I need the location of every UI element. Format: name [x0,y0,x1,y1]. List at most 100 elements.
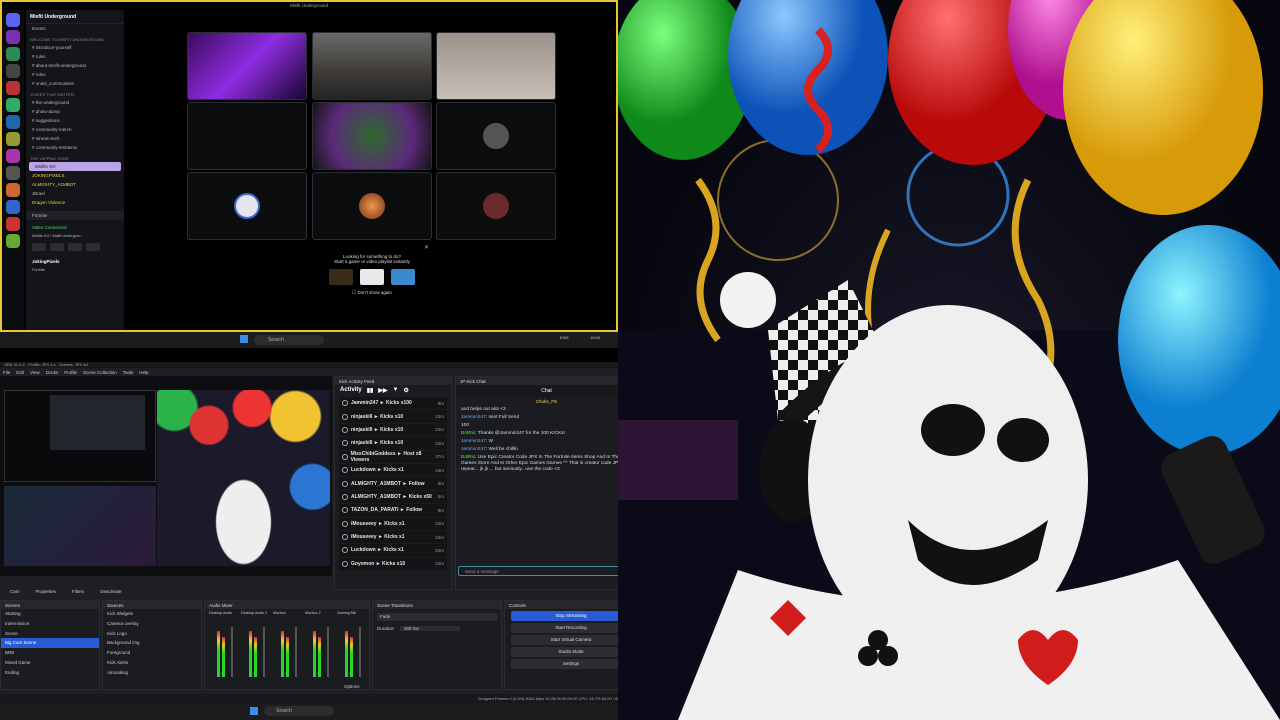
menu-file[interactable]: File [3,370,10,375]
feed-row[interactable]: iMouseeey ► Kicks x1 22m [339,530,447,544]
start-virtual-camera-button[interactable]: Start Virtual Camera [511,635,631,645]
scene-item[interactable]: BRB [1,648,99,658]
soundboard-button[interactable] [86,243,100,251]
mixer-channel[interactable]: Desktop Audio 2 [241,611,271,687]
pause-icon[interactable]: ▮▮ [367,387,374,394]
channel-item[interactable]: # stream-tech [26,134,124,143]
feed-row[interactable]: Luckdown ► Kicks x1 22m [339,544,447,557]
server-icon[interactable] [6,47,20,61]
menu-profile[interactable]: Profile [64,370,77,375]
feed-row[interactable]: MissChibiGoddess ► Host x8 Viewers 37m [339,450,447,463]
taskbar-search[interactable]: Search [264,706,334,716]
scene-item[interactable]: Mixed Game [1,658,99,668]
scene-item[interactable]: Starting [1,609,99,619]
category-header[interactable]: Voices That Matter! [26,88,124,98]
menu-view[interactable]: View [30,370,40,375]
feed-row[interactable]: ninjaskill ► Kicks x10 22m [339,410,447,423]
feed-row[interactable]: ALMIGHTY_A1MBOT ► Kicks x50 5m [339,490,447,504]
server-icon[interactable] [6,132,20,146]
category-header[interactable]: Welcome To Misfit Underground [26,33,124,43]
volume-slider[interactable] [359,627,361,677]
video-tile[interactable] [312,32,432,100]
server-icon[interactable] [6,183,20,197]
tab-cam[interactable]: Cam [10,589,20,594]
source-item[interactable]: Airsoaking [103,668,201,678]
feed-row[interactable]: Luckdown ► Kicks x1 44m [339,463,447,477]
game-activity[interactable]: Fortnite [26,211,124,220]
game-thumb[interactable] [360,269,384,285]
voice-user[interactable]: JBrael [26,189,124,198]
game-thumb[interactable] [328,269,353,285]
server-rail[interactable] [2,10,24,330]
channel-item[interactable]: # community-emblems [26,143,124,152]
user-name[interactable]: JokingPixels [26,257,124,266]
voice-channel-name[interactable]: Misfits XO / Misfit Undergrou... [26,232,124,240]
server-icon[interactable] [6,200,20,214]
channel-item[interactable]: # suggestions [26,116,124,125]
video-tile[interactable] [436,172,556,240]
duration-input[interactable]: 300 ms [400,626,461,631]
options-button[interactable]: Options [344,684,360,689]
feed-row[interactable]: ninjaskill ► Kicks x10 22m [339,437,447,450]
mixer-channel[interactable]: Mic/Aux [273,611,303,687]
volume-slider[interactable] [295,627,297,677]
chat-username[interactable]: Jammin247 [461,415,486,420]
source-item[interactable]: Kick Logo [103,629,201,639]
close-icon[interactable]: ✕ [424,244,429,251]
menu-scene-collection[interactable]: Scene Collection [83,370,117,375]
windows-start-icon[interactable] [250,707,258,715]
camera-button[interactable] [32,243,46,251]
skip-icon[interactable]: ▶▶ [378,387,387,394]
chat-username[interactable]: BotRix [461,455,475,460]
windows-start-icon[interactable] [240,335,248,343]
server-icon[interactable] [6,217,20,231]
source-item[interactable]: Background img [103,638,201,648]
menu-edit[interactable]: Edit [16,370,24,375]
chat-username[interactable]: Jammin247 [461,439,486,444]
channel-item[interactable]: # rules [26,52,124,61]
scene-item[interactable]: Scene [1,629,99,639]
channel-item[interactable]: # about-misfit-underground [26,61,124,70]
pinned-user[interactable]: Chubs_PE [456,397,637,406]
feed-row[interactable]: Jammin247 ► Kicks x100 9m [339,397,447,410]
mixer-channel[interactable]: Mic/Aux 2 [305,611,335,687]
mixer-channel[interactable]: Desktop Audio [209,611,239,687]
tab-properties[interactable]: Properties [36,589,57,594]
taskbar-search[interactable]: Search [254,335,324,345]
scene-item[interactable]: Big Cam Scene [1,638,99,649]
feed-row[interactable]: ninjaskill ► Kicks x10 22m [339,423,447,437]
server-icon[interactable] [6,166,20,180]
start-recording-button[interactable]: Start Recording [511,623,631,633]
channel-item[interactable]: # community-merch [26,125,124,134]
source-item[interactable]: Kick Alerts [103,658,201,668]
channel-item[interactable]: # introduce-yourself [26,43,124,52]
chat-username[interactable]: Jammin247 [461,447,486,452]
feed-row[interactable]: ALMIGHTY_A1MBOT ► Follow 5m [339,477,447,490]
volume-slider[interactable] [327,627,329,677]
obs-preview[interactable] [0,376,332,576]
feed-row[interactable]: Goyomon ► Kicks x10 22m [339,557,447,571]
taskbar-clock[interactable]: 10:00 [590,335,600,340]
menu-tools[interactable]: Tools [123,370,134,375]
server-icon[interactable] [6,149,20,163]
video-tile[interactable] [436,102,556,170]
filter-icon[interactable]: ▼ [393,387,399,394]
stop-streaming-button[interactable]: Stop Streaming [511,611,631,621]
mixer-channel[interactable]: Gaming Mic [337,611,367,687]
events-link[interactable]: Events [26,24,124,33]
source-item[interactable]: Kick Widgets [103,609,201,619]
server-icon[interactable] [6,115,20,129]
voice-user[interactable]: Dragon Violence [26,198,124,207]
screen-share-button[interactable] [50,243,64,251]
dont-show-checkbox[interactable]: ☐ Don't show again [312,290,432,296]
video-tile[interactable] [312,172,432,240]
scene-item[interactable]: Ending [1,668,99,678]
source-item[interactable]: Camera overlay [103,619,201,629]
category-header[interactable]: The Yapping Zone [26,152,124,162]
source-item[interactable]: Foreground [103,648,201,658]
channel-item[interactable]: # roles [26,70,124,79]
server-name[interactable]: Misfit Underground [26,10,124,24]
server-icon[interactable] [6,30,20,44]
scene-item[interactable]: Intermission [1,619,99,629]
voice-user[interactable]: JOKINGPIXELS [26,171,124,180]
